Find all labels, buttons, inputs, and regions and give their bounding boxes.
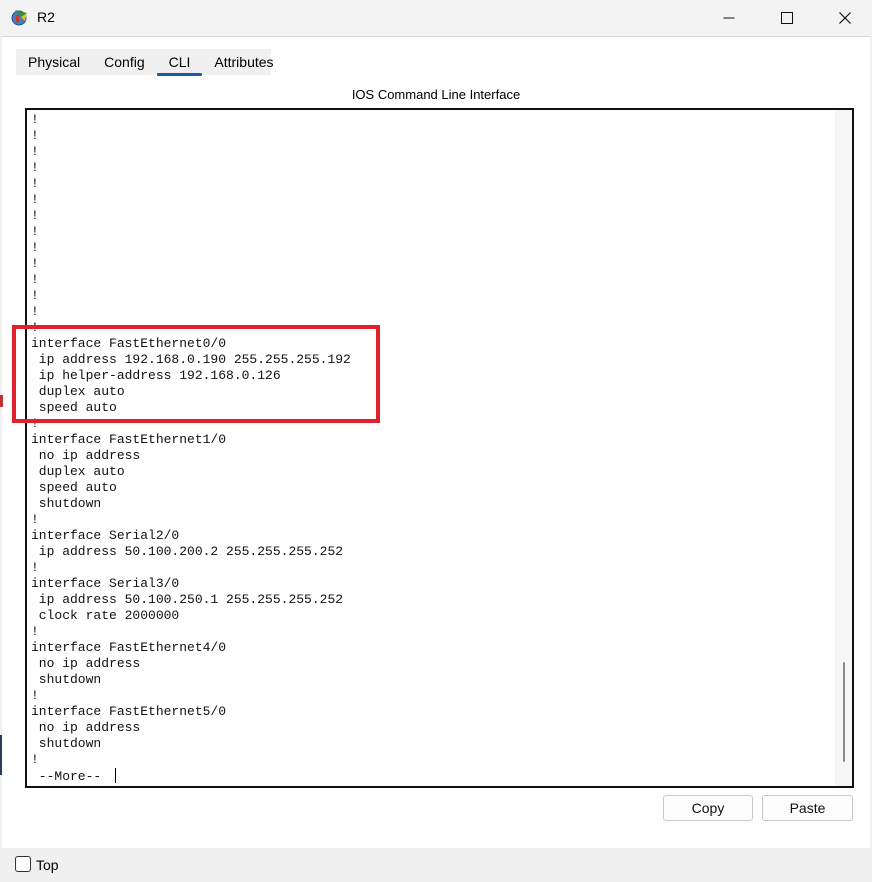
terminal-line: no ip address [31, 448, 141, 463]
tab-config[interactable]: Config [92, 49, 156, 75]
tab-strip: Physical Config CLI Attributes [16, 49, 274, 76]
maximize-icon [781, 12, 793, 24]
highlight-annotation-box [12, 325, 380, 423]
terminal-line: ! [31, 624, 39, 639]
terminal-line: ! [31, 128, 39, 143]
more-prompt: --More-- [31, 768, 351, 784]
close-button[interactable] [816, 0, 872, 36]
terminal-line: interface FastEthernet4/0 [31, 640, 227, 655]
terminal-line: ! [31, 272, 39, 287]
cli-terminal[interactable]: !!!!!!!!!!!!!! interface FastEthernet0/0 … [25, 108, 854, 788]
terminal-line: interface Serial3/0 [31, 576, 180, 591]
terminal-line: ip address 50.100.200.2 255.255.255.252 [31, 544, 344, 559]
terminal-line: interface Serial2/0 [31, 528, 180, 543]
router-app-icon [10, 6, 32, 28]
terminal-line: ! [31, 192, 39, 207]
terminal-line: ! [31, 304, 39, 319]
terminal-line: ! [31, 256, 39, 271]
maximize-button[interactable] [758, 0, 816, 36]
close-icon [839, 12, 851, 24]
cli-heading: IOS Command Line Interface [351, 87, 521, 102]
terminal-line: ! [31, 688, 39, 703]
tab-attributes[interactable]: Attributes [202, 49, 285, 75]
terminal-line: ! [31, 160, 39, 175]
terminal-line: ! [31, 208, 39, 223]
more-prompt-text: --More-- [31, 769, 110, 784]
terminal-line: interface FastEthernet5/0 [31, 704, 227, 719]
terminal-line: ! [31, 560, 39, 575]
terminal-line: ! [31, 176, 39, 191]
text-cursor [115, 768, 117, 783]
terminal-line: duplex auto [31, 464, 125, 479]
terminal-line: no ip address [31, 720, 141, 735]
bottom-bar: Top [0, 848, 872, 882]
terminal-line: shutdown [31, 736, 102, 751]
terminal-line: shutdown [31, 496, 102, 511]
terminal-line: clock rate 2000000 [31, 608, 180, 623]
terminal-line: ! [31, 144, 39, 159]
scrollbar-thumb[interactable] [843, 662, 845, 762]
terminal-line: ! [31, 224, 39, 239]
terminal-line: interface FastEthernet1/0 [31, 432, 227, 447]
window-title: R2 [37, 9, 55, 25]
terminal-line: no ip address [31, 656, 141, 671]
terminal-line: shutdown [31, 672, 102, 687]
background-window-edge [0, 395, 3, 407]
copy-button[interactable]: Copy [663, 795, 753, 821]
terminal-line: speed auto [31, 480, 117, 495]
terminal-line: ! [31, 112, 39, 127]
terminal-output: !!!!!!!!!!!!!! interface FastEthernet0/0 … [31, 112, 351, 784]
terminal-line: ! [31, 288, 39, 303]
scrollbar[interactable] [835, 110, 852, 786]
terminal-line: ! [31, 240, 39, 255]
background-window-edge [0, 735, 2, 775]
tab-cli[interactable]: CLI [156, 49, 203, 76]
top-checkbox-label: Top [36, 857, 59, 873]
terminal-line: ip address 50.100.250.1 255.255.255.252 [31, 592, 344, 607]
paste-button[interactable]: Paste [762, 795, 853, 821]
minimize-button[interactable] [700, 0, 758, 36]
terminal-line: ! [31, 512, 39, 527]
main-panel: Physical Config CLI Attributes IOS Comma… [2, 36, 870, 848]
title-bar: R2 [0, 0, 872, 36]
terminal-line: ! [31, 752, 39, 767]
minimize-icon [723, 17, 735, 19]
tab-physical[interactable]: Physical [16, 49, 92, 75]
top-checkbox[interactable] [15, 856, 31, 872]
